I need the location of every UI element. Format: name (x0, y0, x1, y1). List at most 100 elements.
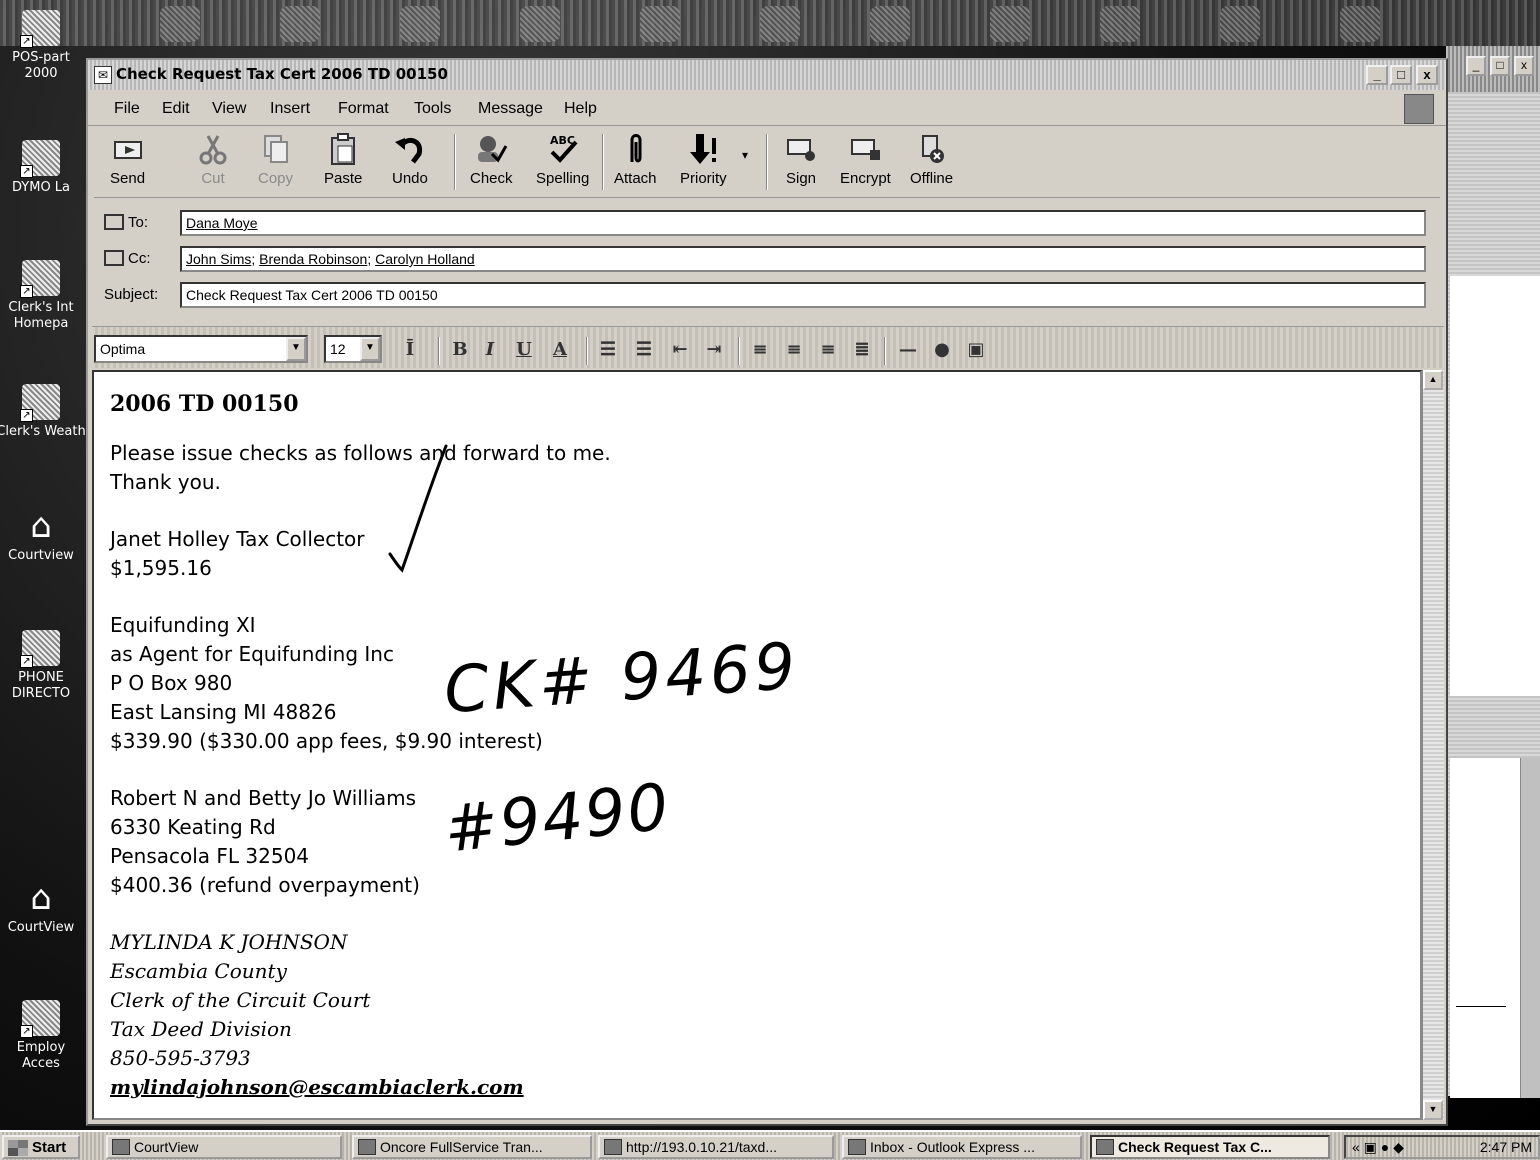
address-book-icon (104, 214, 124, 230)
menu-edit[interactable]: Edit (162, 100, 190, 118)
message-icon (1096, 1139, 1114, 1155)
undo-label: Undo (392, 170, 428, 187)
check-names-button[interactable]: Check (470, 132, 513, 187)
desktop-icon-clerk-homepage[interactable]: ↗ Clerk's Int Homepa (0, 260, 86, 332)
recipient[interactable]: John Sims (186, 251, 251, 267)
tray-icons[interactable]: « ▣ ● ◆ (1352, 1139, 1404, 1156)
sign-button[interactable]: Sign (784, 132, 818, 187)
menu-file[interactable]: File (114, 100, 140, 118)
desktop-icon-dymo[interactable]: ↗ DYMO La (0, 140, 86, 196)
menu-help[interactable]: Help (564, 100, 597, 118)
message-body[interactable]: 2006 TD 00150 Please issue checks as fol… (92, 370, 1422, 1120)
taskbar-item[interactable]: CourtView (106, 1135, 342, 1159)
to-field[interactable]: Dana Moye (180, 210, 1426, 236)
seal-icon: ↗ (20, 260, 60, 298)
align-left-icon[interactable]: ≡ (748, 339, 772, 361)
chevron-down-icon[interactable]: ▼ (360, 337, 380, 361)
undo-button[interactable]: Undo (392, 132, 428, 187)
close-icon[interactable]: x (1514, 56, 1534, 76)
align-center-icon[interactable]: ≡ (782, 339, 806, 361)
close-button[interactable]: x (1416, 65, 1438, 85)
taskbar-item[interactable]: http://193.0.10.21/taxd... (598, 1135, 834, 1159)
subject-field[interactable]: Check Request Tax Cert 2006 TD 00150 (180, 282, 1426, 308)
desktop-icon[interactable] (870, 6, 910, 42)
vertical-scrollbar[interactable]: ▲ ▼ (1422, 370, 1444, 1120)
window-titlebar[interactable]: ✉ Check Request Tax Cert 2006 TD 00150 _… (88, 60, 1446, 90)
desktop-icon-courtview[interactable]: ⌂ Courtview (0, 508, 86, 564)
desktop-icon[interactable] (1100, 6, 1140, 42)
taskbar: Start CourtView Oncore FullService Tran.… (0, 1130, 1540, 1160)
desktop-icon-phone-directory[interactable]: ↗ PHONE DIRECTO (0, 630, 86, 702)
scroll-up-icon[interactable]: ▲ (1423, 370, 1443, 390)
message-heading: 2006 TD 00150 (110, 391, 299, 417)
minimize-button[interactable]: _ (1366, 65, 1388, 85)
desktop-icon[interactable] (160, 6, 200, 42)
italic-icon[interactable]: I (478, 339, 502, 361)
compose-window[interactable]: ✉ Check Request Tax Cert 2006 TD 00150 _… (86, 58, 1448, 1126)
maximize-icon[interactable]: □ (1490, 56, 1510, 76)
menu-format[interactable]: Format (338, 100, 389, 118)
scroll-down-icon[interactable]: ▼ (1423, 1100, 1443, 1120)
background-window[interactable]: _ □ x (1446, 46, 1540, 1098)
priority-button[interactable]: Priority (680, 132, 727, 187)
menu-insert[interactable]: Insert (270, 100, 310, 118)
desktop-icon[interactable] (400, 6, 440, 42)
encrypt-button[interactable]: Encrypt (840, 132, 891, 187)
maximize-button[interactable]: □ (1390, 65, 1412, 85)
paragraph-style-icon[interactable]: Ī (398, 339, 422, 361)
priority-dropdown[interactable]: ▾ (742, 148, 748, 162)
menu-tools[interactable]: Tools (414, 100, 451, 118)
taskbar-item[interactable]: Inbox - Outlook Express ... (842, 1135, 1082, 1159)
desktop-icon[interactable] (280, 6, 320, 42)
recipient[interactable]: Dana Moye (186, 215, 258, 231)
outlook-express-icon (848, 1139, 866, 1155)
underline-icon[interactable]: U (512, 339, 536, 361)
paste-button[interactable]: Paste (324, 132, 362, 187)
font-size-select[interactable]: 12 ▼ (324, 335, 382, 363)
chevron-down-icon[interactable]: ▼ (286, 337, 306, 361)
cc-label[interactable]: Cc: (104, 250, 151, 267)
desktop-icon-employee-access[interactable]: ↗ Employ Acces (0, 1000, 86, 1072)
clock[interactable]: 2:47 PM (1480, 1139, 1532, 1155)
recipient[interactable]: Brenda Robinson (259, 251, 367, 267)
send-button[interactable]: Send (110, 132, 145, 187)
horizontal-line-icon[interactable]: — (896, 339, 920, 361)
cut-button[interactable]: Cut (196, 132, 230, 187)
bullet-list-icon[interactable]: ☰ (632, 339, 656, 361)
align-right-icon[interactable]: ≡ (816, 339, 840, 361)
subject-row: Subject: Check Request Tax Cert 2006 TD … (98, 280, 1442, 310)
to-label[interactable]: To: (104, 214, 148, 231)
numbered-list-icon[interactable]: ☰ (596, 339, 620, 361)
email-link[interactable]: mylindajohnson@escambiaclerk.com (110, 1075, 524, 1099)
font-color-icon[interactable]: A (548, 339, 572, 361)
bold-icon[interactable]: B (448, 339, 472, 361)
taskbar-item-active[interactable]: Check Request Tax C... (1090, 1135, 1330, 1159)
insert-picture-icon[interactable]: ▣ (964, 339, 988, 361)
desktop-icon[interactable] (990, 6, 1030, 42)
desktop-icon[interactable] (1220, 6, 1260, 42)
recipient[interactable]: Carolyn Holland (375, 251, 475, 267)
decrease-indent-icon[interactable]: ⇤ (668, 339, 692, 361)
desktop-icon[interactable] (1340, 6, 1380, 42)
justify-icon[interactable]: ≣ (850, 339, 874, 361)
spelling-button[interactable]: ABC Spelling (536, 132, 589, 187)
desktop-icon[interactable] (520, 6, 560, 42)
attach-button[interactable]: Attach (614, 132, 657, 187)
scrollbar[interactable] (1520, 758, 1540, 1098)
desktop-icon-pos[interactable]: ↗ POS-part 2000 (0, 10, 86, 82)
desktop-icon-courtview-2[interactable]: ⌂ CourtView (0, 880, 86, 936)
menu-view[interactable]: View (212, 100, 246, 118)
increase-indent-icon[interactable]: ⇥ (702, 339, 726, 361)
cc-field[interactable]: John Sims; Brenda Robinson; Carolyn Holl… (180, 246, 1426, 272)
desktop-icon[interactable] (640, 6, 680, 42)
desktop-icon-weather[interactable]: ↗ Clerk's Weath (0, 384, 86, 440)
hyperlink-icon[interactable]: ● (930, 339, 954, 361)
menu-message[interactable]: Message (478, 100, 543, 118)
desktop-icon[interactable] (760, 6, 800, 42)
offline-button[interactable]: Offline (910, 132, 953, 187)
font-select[interactable]: Optima ▼ (94, 335, 308, 363)
start-button[interactable]: Start (2, 1135, 80, 1159)
minimize-icon[interactable]: _ (1466, 56, 1486, 76)
copy-button[interactable]: Copy (258, 132, 293, 187)
taskbar-item[interactable]: Oncore FullService Tran... (352, 1135, 592, 1159)
